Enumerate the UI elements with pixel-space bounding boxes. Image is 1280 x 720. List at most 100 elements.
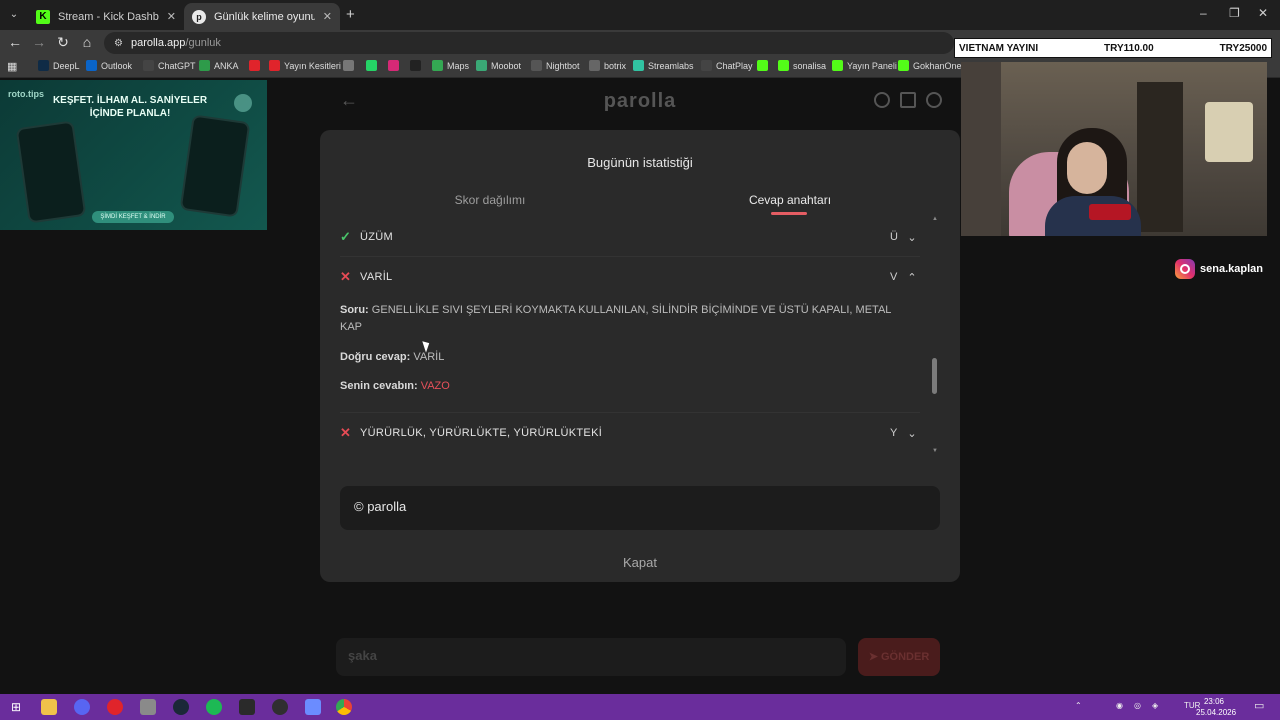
donation-goal: TRY25000: [1219, 42, 1267, 54]
epic-games-icon[interactable]: [239, 699, 255, 715]
bookmark-item[interactable]: botrix: [589, 60, 626, 71]
answer-word: YÜRÜRLÜK, YÜRÜRLÜKTE, YÜRÜRLÜKTEKİ: [360, 427, 603, 439]
home-icon[interactable]: ⌂: [78, 34, 96, 50]
chevron-down-icon[interactable]: ⌄: [904, 231, 920, 244]
bookmark-item[interactable]: [343, 60, 354, 71]
bookmark-item[interactable]: [410, 60, 421, 71]
info-icon[interactable]: [874, 92, 890, 108]
answer-row[interactable]: ✕ YÜRÜRLÜK, YÜRÜRLÜKTE, YÜRÜRLÜKTEKİ Y ⌄: [340, 421, 920, 445]
scrollbar-thumb[interactable]: [932, 358, 937, 394]
site-info-icon[interactable]: ⚙: [114, 38, 123, 49]
instagram-handle: sena.kaplan: [1175, 259, 1263, 279]
tab-answer-key[interactable]: Cevap anahtarı: [630, 193, 950, 207]
send-button[interactable]: ➤ GÖNDER: [858, 638, 940, 676]
bookmark-item[interactable]: Outlook: [86, 60, 132, 71]
tray-app-icon[interactable]: ◈: [1152, 701, 1158, 710]
bookmark-favicon-icon: [701, 60, 712, 71]
bookmark-item[interactable]: [757, 60, 768, 71]
instagram-icon: [1175, 259, 1195, 279]
answer-word: ÜZÜM: [360, 231, 393, 243]
bookmark-item[interactable]: DeepL: [38, 60, 80, 71]
bookmark-favicon-icon: [269, 60, 280, 71]
new-tab-button[interactable]: +: [346, 6, 355, 23]
apps-grid-icon[interactable]: ▦: [7, 60, 17, 73]
maximize-button[interactable]: ❐: [1229, 6, 1240, 20]
bookmark-item[interactable]: Yayın Paneli: [832, 60, 897, 71]
profile-icon[interactable]: [926, 92, 942, 108]
forward-arrow-icon[interactable]: →: [30, 34, 48, 50]
back-arrow-icon[interactable]: ←: [6, 34, 24, 50]
bookmark-favicon-icon: [476, 60, 487, 71]
discord-icon[interactable]: [74, 699, 90, 715]
browser-tab-parolla[interactable]: p Günlük kelime oyunu - parolla ✕: [184, 3, 340, 30]
minimize-button[interactable]: –: [1200, 6, 1207, 20]
bookmark-item[interactable]: ChatPlay: [701, 60, 753, 71]
active-tab-indicator: [771, 212, 807, 215]
tray-overflow-icon[interactable]: ⌃: [1075, 701, 1082, 710]
cross-icon: ✕: [340, 269, 351, 284]
bookmark-label: Nightbot: [546, 60, 580, 71]
bookmark-item[interactable]: Streamlabs: [633, 60, 694, 71]
bookmark-favicon-icon: [388, 60, 399, 71]
bookmark-item[interactable]: [366, 60, 377, 71]
app-icon[interactable]: [305, 699, 321, 715]
tray-app-icon[interactable]: ◎: [1134, 701, 1141, 710]
bookmark-label: Yayın Kesitleri: [284, 60, 341, 71]
user-answer-label: Senin cevabın:: [340, 380, 418, 392]
tab-close-icon[interactable]: ✕: [167, 10, 176, 23]
scrollbar[interactable]: ▲ ▼: [932, 216, 938, 456]
divider: [340, 256, 920, 257]
bookmark-label: ChatGPT: [158, 60, 196, 71]
steam-icon[interactable]: [173, 699, 189, 715]
answer-row[interactable]: ✕ VARİL V ⌃: [340, 265, 920, 289]
question-value: GENELLİKLE SIVI ŞEYLERİ KOYMAKTA KULLANI…: [340, 304, 891, 333]
bookmark-item[interactable]: [249, 60, 260, 71]
tab-score-distribution[interactable]: Skor dağılımı: [330, 193, 650, 207]
discord-tray-icon[interactable]: ◉: [1116, 701, 1123, 710]
bookshelf: [1137, 82, 1183, 232]
bookmark-item[interactable]: Nightbot: [531, 60, 580, 71]
windows-start-icon[interactable]: ⊞: [8, 699, 24, 715]
bookmark-item[interactable]: ChatGPT: [143, 60, 196, 71]
reload-icon[interactable]: ↻: [54, 34, 72, 51]
close-button[interactable]: Kapat: [320, 555, 960, 570]
spotify-icon[interactable]: [206, 699, 222, 715]
stats-modal: Bugünün istatistiği Skor dağılımı Cevap …: [320, 130, 960, 582]
opera-icon[interactable]: [107, 699, 123, 715]
ad-decoration: [234, 94, 252, 112]
scroll-up-icon[interactable]: ▲: [932, 216, 938, 222]
chevron-up-icon[interactable]: ⌃: [904, 271, 920, 284]
donation-goal-bar: VIETNAM YAYINI TRY110.00 TRY25000: [954, 38, 1272, 58]
bookmark-favicon-icon: [898, 60, 909, 71]
system-clock[interactable]: 23:06 25.04.2026: [1196, 696, 1236, 718]
bookmark-favicon-icon: [589, 60, 600, 71]
bookmark-item[interactable]: [388, 60, 399, 71]
answer-key-list[interactable]: ✓ ÜZÜM Ü ⌄ ✕ VARİL V ⌃ Soru: GENELLİKLE …: [340, 224, 940, 460]
tab-search-icon[interactable]: ⌄: [6, 7, 22, 23]
browser-tab-kick[interactable]: K Stream - Kick Dashboard ✕: [28, 3, 184, 30]
bookmark-item[interactable]: Maps: [432, 60, 469, 71]
file-explorer-icon[interactable]: [41, 699, 57, 715]
ad-title: KEŞFET. İLHAM AL. SANİYELER İÇİNDE PLANL…: [52, 95, 208, 119]
bookmark-item[interactable]: Yayın Kesitleri: [269, 60, 341, 71]
answer-row[interactable]: ✓ ÜZÜM Ü ⌄: [340, 225, 920, 249]
stats-icon[interactable]: [900, 92, 916, 108]
parolla-favicon-icon: p: [192, 9, 206, 24]
tab-close-icon[interactable]: ✕: [323, 10, 332, 23]
correct-answer-value: VARİL: [413, 351, 445, 363]
obs-icon[interactable]: [272, 699, 288, 715]
chevron-down-icon[interactable]: ⌄: [904, 427, 920, 440]
app-icon[interactable]: [140, 699, 156, 715]
bookmark-item[interactable]: Moobot: [476, 60, 521, 71]
close-window-button[interactable]: ✕: [1258, 6, 1268, 20]
answer-letter: V: [890, 271, 898, 283]
bookmark-label: Streamlabs: [648, 60, 694, 71]
url-path: /gunluk: [185, 37, 221, 49]
address-bar[interactable]: ⚙ parolla.app/gunluk: [104, 32, 954, 54]
bookmark-item[interactable]: sonalisa: [778, 60, 826, 71]
scroll-down-icon[interactable]: ▼: [932, 448, 938, 454]
chrome-icon[interactable]: [336, 699, 352, 715]
bookmark-item[interactable]: ANKA: [199, 60, 239, 71]
guess-input[interactable]: şaka: [336, 638, 846, 676]
notifications-icon[interactable]: ▭: [1254, 699, 1264, 712]
